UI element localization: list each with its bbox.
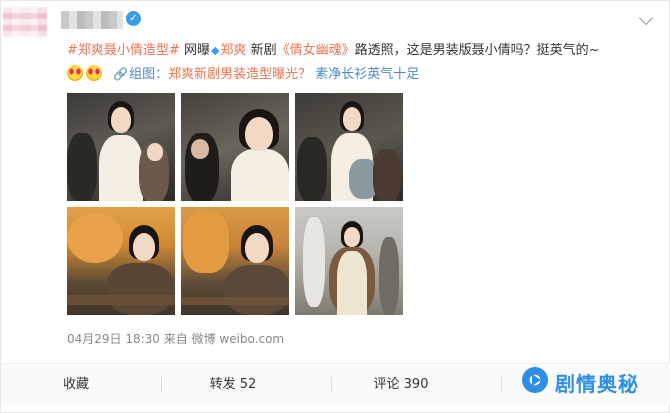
diamond-icon: ◆ (210, 44, 220, 57)
heart-eyes-emoji-icon (86, 65, 102, 81)
favorite-button[interactable]: 收藏 (21, 364, 131, 406)
photo-6[interactable] (295, 207, 403, 315)
avatar[interactable] (3, 7, 47, 37)
watermark-play-icon (522, 367, 548, 393)
post-text: 新剧 (250, 43, 277, 58)
post-timestamp[interactable]: 04月29日 18:30 来自 微博 weibo.com (67, 330, 284, 347)
photo-1[interactable] (67, 93, 175, 201)
hashtag-link[interactable]: #郑爽聂小倩造型# (67, 43, 180, 58)
photo-5[interactable] (181, 207, 289, 315)
heart-eyes-emoji-icon (67, 65, 83, 81)
comment-button[interactable]: 评论 390 (346, 364, 456, 406)
article-subtitle[interactable]: 素净长衫英气十足 (315, 67, 419, 82)
link-icon: 🔗 (113, 67, 129, 81)
post-text: 网曝 (183, 43, 210, 58)
username-blurred[interactable] (61, 11, 123, 29)
watermark-text: 剧情奥秘 (555, 372, 639, 396)
photo-4[interactable] (67, 207, 175, 315)
repost-button[interactable]: 转发 52 (178, 364, 288, 406)
link-label[interactable]: 组图： (129, 67, 168, 82)
divider (161, 377, 162, 393)
show-title-link[interactable]: 《倩女幽魂》 (277, 43, 355, 58)
weibo-post-card: ✓ #郑爽聂小倩造型# 网曝◆郑爽 新剧《倩女幽魂》路透照，这是男装版聂小倩吗？… (0, 0, 670, 413)
post-text: 路透照，这是男装版聂小倩吗？挺英气的~ (354, 43, 600, 58)
post-text-line-1: #郑爽聂小倩造型# 网曝◆郑爽 新剧《倩女幽魂》路透照，这是男装版聂小倩吗？挺英… (67, 42, 600, 60)
chevron-down-icon[interactable] (638, 10, 654, 26)
article-link[interactable]: 郑爽新剧男装造型曝光？ (168, 67, 311, 82)
post-text-line-2: 🔗组图：郑爽新剧男装造型曝光？ 素净长衫英气十足 (67, 65, 419, 84)
photo-3[interactable] (295, 93, 403, 201)
mention-link[interactable]: 郑爽 (220, 43, 246, 58)
photo-2[interactable] (181, 93, 289, 201)
divider (331, 377, 332, 393)
verified-icon: ✓ (126, 11, 141, 26)
divider (501, 377, 502, 393)
